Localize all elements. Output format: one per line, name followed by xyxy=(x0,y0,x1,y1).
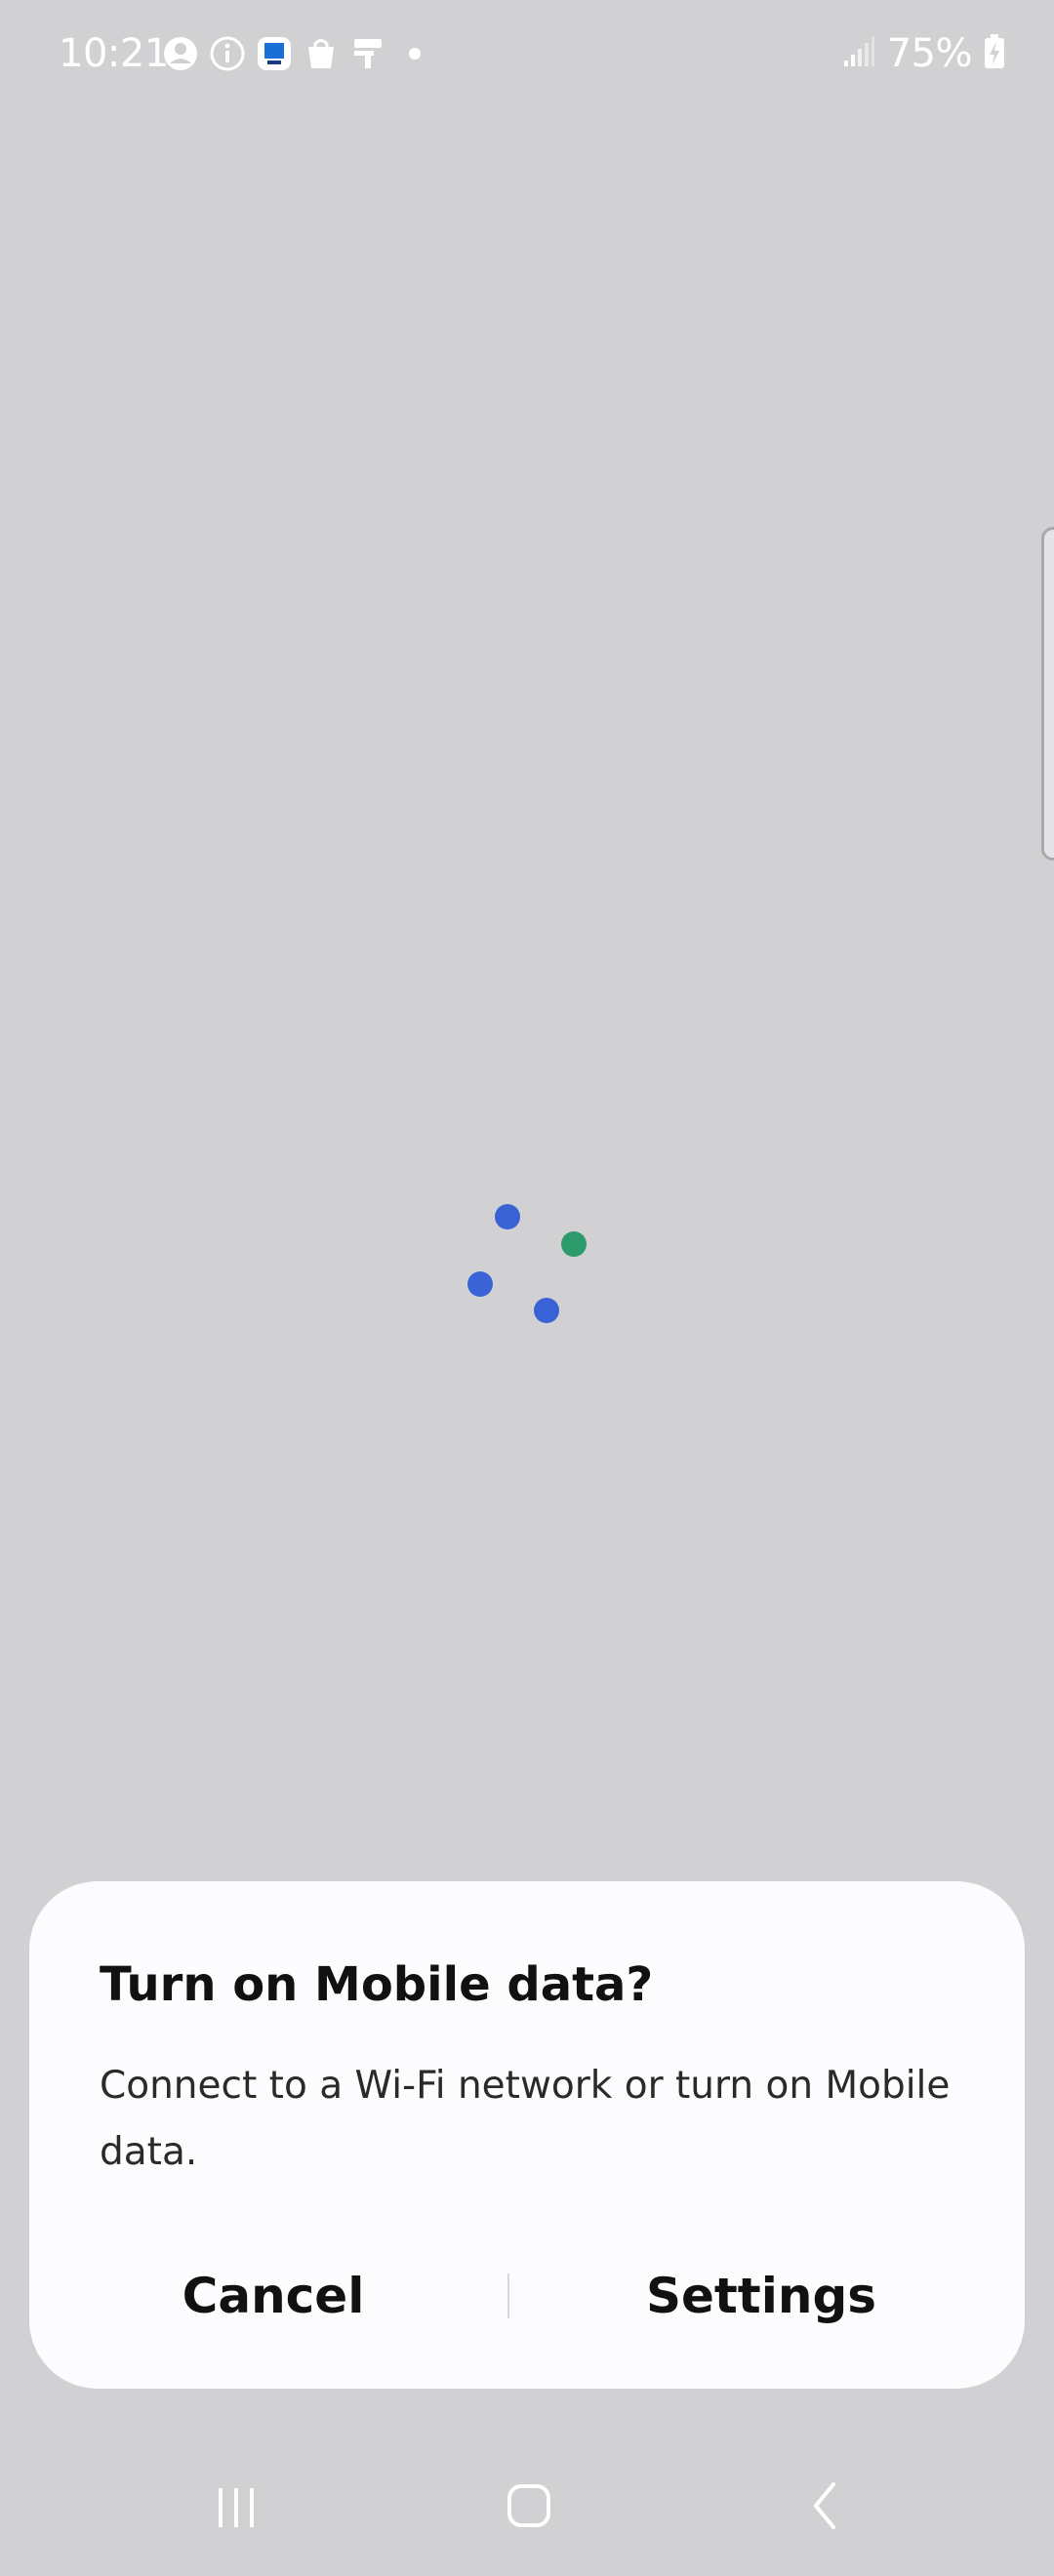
recent-apps-icon xyxy=(207,2476,265,2539)
home-icon xyxy=(500,2476,558,2539)
dialog-message: Connect to a Wi-Fi network or turn on Mo… xyxy=(100,2064,951,2174)
back-button[interactable] xyxy=(777,2469,874,2547)
home-button[interactable] xyxy=(480,2469,578,2547)
battery-percentage: 75% xyxy=(886,31,973,76)
app-notification-icon xyxy=(256,35,293,72)
navigation-bar xyxy=(0,2439,1054,2576)
edge-panel-handle[interactable] xyxy=(1041,527,1054,861)
button-divider xyxy=(507,2274,509,2318)
signal-icon xyxy=(842,35,875,72)
spinner-dot xyxy=(467,1271,493,1297)
shopping-bag-icon xyxy=(303,35,340,72)
loading-spinner xyxy=(459,1200,595,1337)
account-circle-icon xyxy=(162,35,199,72)
status-bar: 10:21 75% xyxy=(0,0,1054,109)
spinner-dot xyxy=(495,1204,520,1229)
spinner-dot xyxy=(534,1298,559,1323)
status-time: 10:21 xyxy=(59,31,169,76)
settings-button[interactable]: Settings xyxy=(576,2242,947,2350)
notification-icons xyxy=(162,35,433,72)
back-icon xyxy=(796,2476,855,2539)
dialog-title: Turn on Mobile data? xyxy=(100,1957,654,2012)
status-right: 75% xyxy=(842,31,1005,76)
dot-icon xyxy=(396,35,433,72)
dialog-buttons: Cancel Settings xyxy=(29,2242,1025,2350)
recent-apps-button[interactable] xyxy=(187,2469,285,2547)
info-icon xyxy=(209,35,246,72)
paint-roller-icon xyxy=(349,35,386,72)
battery-charging-icon xyxy=(984,34,1005,73)
spinner-dot xyxy=(561,1231,587,1257)
cancel-button[interactable]: Cancel xyxy=(88,2242,459,2350)
mobile-data-dialog: Turn on Mobile data? Connect to a Wi-Fi … xyxy=(29,1881,1025,2389)
